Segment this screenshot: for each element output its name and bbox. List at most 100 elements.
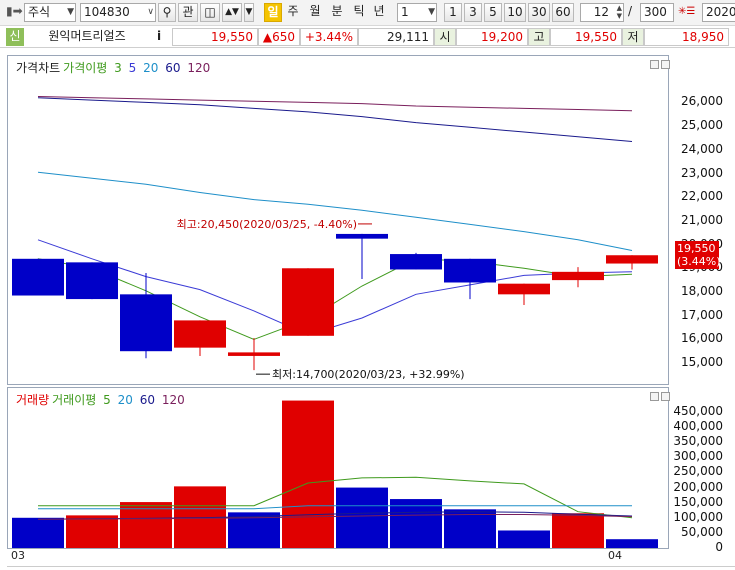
candle-body: [120, 294, 172, 352]
volume-ytick: 350,000: [673, 434, 723, 449]
date-input[interactable]: 2020/: [702, 3, 735, 22]
price-ytick: 17,000: [681, 307, 723, 322]
volume-bar: [12, 517, 64, 548]
price-ytick: 22,000: [681, 189, 723, 204]
preset-60[interactable]: 60: [552, 3, 574, 22]
gwan-button[interactable]: 관: [178, 3, 198, 22]
candle-body: [552, 271, 604, 281]
tab-day[interactable]: 일: [264, 3, 282, 22]
preset-1[interactable]: 1: [444, 3, 462, 22]
volume-value: 29,111: [358, 28, 434, 46]
volume-y-axis: 450,000 400,000 350,000 300,000 250,000 200,0…: [670, 387, 735, 554]
tab-year[interactable]: 년: [370, 3, 388, 22]
volume-ytick: 100,000: [673, 509, 723, 524]
volume-bar: [336, 487, 388, 548]
volume-bar: [606, 539, 658, 548]
price-ytick: 16,000: [681, 331, 723, 346]
volume-bar: [498, 530, 550, 548]
low-label: 저: [622, 28, 644, 46]
last-price-value: 19,550: [677, 242, 716, 256]
market-select-value: 주식: [28, 5, 51, 19]
candle-body: [498, 283, 550, 295]
total-input[interactable]: 300: [640, 3, 674, 22]
price-chart-svg: 최고:20,450(2020/03/25, -4.40%) 최저:14,700(2…: [12, 96, 658, 381]
volume-ytick: 50,000: [681, 524, 723, 539]
price-ytick: 25,000: [681, 118, 723, 133]
preset-3[interactable]: 3: [464, 3, 482, 22]
volume-bar: [390, 499, 442, 548]
scrollbar[interactable]: [7, 566, 735, 570]
stock-name[interactable]: 원익머트리얼즈: [28, 28, 146, 46]
candle-body: [228, 352, 280, 356]
more-button[interactable]: ▼: [244, 3, 254, 22]
candle-body: [606, 255, 658, 264]
updown-icon: ▲▼: [225, 7, 239, 17]
candle-body: [444, 258, 496, 283]
price-ytick: 21,000: [681, 212, 723, 227]
last-rate-value: (3.44%): [677, 255, 721, 269]
x-label-03: 03: [11, 549, 25, 562]
preset-30[interactable]: 30: [528, 3, 550, 22]
price-change: ▲650: [258, 28, 300, 46]
pin-icon[interactable]: ▮➡: [6, 3, 23, 22]
stock-code-value: 104830: [84, 5, 130, 19]
chevron-down-icon: ▼: [67, 7, 74, 17]
spin-icon: ▲ ▼: [616, 4, 622, 20]
current-price: 19,550: [172, 28, 258, 46]
x-axis: 03 04: [7, 549, 669, 567]
count-separator: /: [628, 4, 633, 18]
chevron-down-icon: ▼: [245, 7, 253, 17]
low-value: 18,950: [644, 28, 729, 46]
settings-icon[interactable]: ✳☰: [678, 3, 698, 22]
stock-code-input[interactable]: 104830 ∨: [80, 3, 156, 22]
tab-week[interactable]: 주: [284, 3, 302, 22]
unit-select-value: 1: [401, 5, 409, 19]
price-ma-20-line: [37, 171, 633, 251]
high-label: 고: [528, 28, 550, 46]
price-ytick: 18,000: [681, 283, 723, 298]
search-icon: ⚲: [162, 5, 172, 19]
search-button[interactable]: ⚲: [158, 3, 176, 22]
candle-body: [174, 320, 226, 348]
unit-select[interactable]: 1 ▼: [397, 3, 437, 22]
price-y-axis: 26,00025,00024,00023,00022,00021,00020,0…: [670, 55, 735, 385]
price-ma-120-line: [37, 96, 633, 112]
prev-next-stepper[interactable]: ▲▼: [222, 3, 242, 22]
info-button[interactable]: i: [150, 28, 168, 46]
chevron-down-icon: ∨: [147, 7, 154, 17]
volume-ytick: 400,000: [673, 419, 723, 434]
market-select[interactable]: 주식 ▼: [24, 3, 76, 22]
volume-bar: [282, 400, 334, 548]
volume-ytick: 300,000: [673, 449, 723, 464]
candle-body: [390, 254, 442, 270]
preset-10[interactable]: 10: [504, 3, 526, 22]
volume-chart-svg: [12, 400, 658, 548]
new-badge: 신: [6, 28, 24, 46]
high-annotation: 최고:20,450(2020/03/25, -4.40%): [177, 218, 357, 231]
count-value: 12: [593, 5, 609, 19]
high-value: 19,550: [550, 28, 622, 46]
volume-panel[interactable]: 거래량 거래이평 5 20 60 120: [7, 387, 670, 549]
link-button[interactable]: ◫: [200, 3, 220, 22]
chart-toolbar: ▮➡ 주식 ▼ 104830 ∨ ⚲ 관 ◫ ▲▼ ▼ 일 주 월 분 틱 년 …: [0, 0, 735, 26]
volume-bar: [552, 513, 604, 548]
tab-minute[interactable]: 분: [328, 3, 346, 22]
last-price-label: 19,550 (3.44%): [675, 241, 721, 270]
volume-bar: [66, 515, 118, 548]
candle-body: [336, 233, 388, 239]
price-ytick: 15,000: [681, 355, 723, 370]
volume-ytick: 200,000: [673, 479, 723, 494]
tab-tick[interactable]: 틱: [350, 3, 368, 22]
candle-body: [66, 262, 118, 300]
low-annotation: 최저:14,700(2020/03/23, +32.99%): [272, 368, 465, 381]
volume-ytick: 150,000: [673, 494, 723, 509]
tab-month[interactable]: 월: [306, 3, 324, 22]
volume-ytick: 0: [715, 540, 723, 554]
count-stepper[interactable]: 12 ▲ ▼: [580, 3, 624, 22]
price-panel[interactable]: 가격차트 가격이평 3 5 20 60 120 최고:20,450(2020/03…: [7, 55, 670, 385]
volume-ytick: 250,000: [673, 464, 723, 479]
preset-5[interactable]: 5: [484, 3, 502, 22]
price-ytick: 23,000: [681, 165, 723, 180]
candle-body: [282, 268, 334, 336]
open-label: 시: [434, 28, 456, 46]
